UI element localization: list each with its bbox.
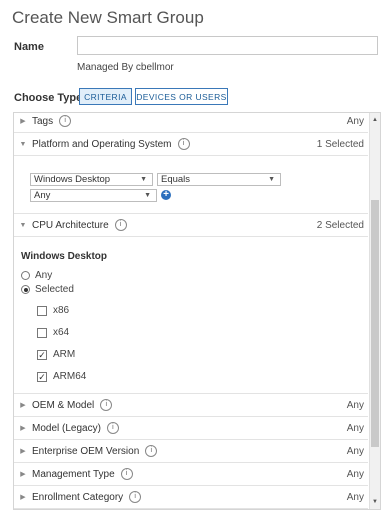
checkbox-arm64[interactable]: ✓ ARM64 — [37, 371, 86, 382]
info-icon[interactable]: i — [106, 422, 119, 434]
chevron-down-icon: ▼ — [140, 176, 147, 183]
criteria-name: Enrollment Category — [32, 491, 124, 503]
criteria-row-model-legacy[interactable]: ▶ Model (Legacy) i Any — [14, 417, 368, 440]
name-input[interactable] — [77, 36, 378, 55]
version-select[interactable]: Any ▼ — [30, 189, 157, 202]
add-plus-icon[interactable]: + — [161, 190, 171, 200]
info-icon[interactable]: i — [120, 468, 133, 480]
chevron-down-icon: ▼ — [144, 192, 151, 199]
criteria-name: OEM & Model — [32, 399, 95, 411]
radio-any[interactable]: Any — [21, 270, 52, 281]
managed-by-text: Managed By cbellmor — [77, 62, 174, 73]
checkmark-icon[interactable]: ✓ — [37, 349, 47, 360]
criteria-name: Model (Legacy) — [32, 422, 101, 434]
criteria-value: 2 Selected — [316, 219, 364, 231]
checkbox-label: x64 — [53, 327, 70, 338]
criteria-value: Any — [346, 399, 364, 411]
platform-select[interactable]: Windows Desktop ▼ — [30, 173, 153, 186]
checkbox-icon[interactable] — [37, 305, 47, 316]
expand-arrow-icon[interactable]: ▶ — [14, 117, 32, 125]
name-label: Name — [14, 41, 44, 53]
radio-label: Any — [35, 270, 53, 281]
info-icon[interactable]: i — [177, 138, 190, 150]
criteria-value: 1 Selected — [316, 138, 364, 150]
devices-or-users-button[interactable]: DEVICES OR USERS — [135, 88, 228, 105]
radio-selected[interactable]: Selected — [21, 284, 74, 295]
platform-select-value: Windows Desktop — [34, 174, 111, 185]
criteria-row-enrollment-category[interactable]: ▶ Enrollment Category i Any — [14, 486, 368, 509]
criteria-row-oem-model[interactable]: ▶ OEM & Model i Any — [14, 394, 368, 417]
expand-arrow-icon[interactable]: ▶ — [14, 470, 32, 478]
criteria-name: Enterprise OEM Version — [32, 445, 140, 457]
chevron-down-icon: ▼ — [268, 176, 275, 183]
criteria-name: Management Type — [32, 468, 115, 480]
checkbox-x86[interactable]: x86 — [37, 305, 69, 316]
info-icon[interactable]: i — [145, 445, 158, 457]
checkbox-x64[interactable]: x64 — [37, 327, 69, 338]
expand-arrow-icon[interactable]: ▶ — [14, 424, 32, 432]
scroll-up-arrow-icon[interactable]: ▲ — [371, 117, 379, 123]
scrollbar-thumb[interactable] — [371, 200, 379, 447]
radio-label: Selected — [35, 284, 74, 295]
criteria-value: Any — [346, 491, 364, 503]
info-icon[interactable]: i — [129, 491, 142, 503]
version-select-value: Any — [34, 190, 51, 201]
radio-circle-icon[interactable] — [21, 285, 30, 294]
expand-arrow-icon[interactable]: ▶ — [14, 447, 32, 455]
criteria-row-tags[interactable]: ▶ Tags i Any — [14, 113, 368, 133]
checkmark-icon[interactable]: ✓ — [37, 371, 47, 382]
operator-select-value: Equals — [161, 174, 191, 185]
criteria-value: Any — [346, 468, 364, 480]
criteria-panel: ▶ Tags i Any ▼ Platform and Operating Sy… — [13, 112, 381, 510]
checkbox-label: ARM64 — [53, 371, 87, 382]
checkbox-arm[interactable]: ✓ ARM — [37, 349, 75, 360]
radio-circle-icon[interactable] — [21, 271, 30, 280]
criteria-name: Tags — [32, 115, 54, 127]
scroll-down-arrow-icon[interactable]: ▼ — [371, 499, 379, 505]
cpu-platform-subheading: Windows Desktop — [21, 251, 108, 262]
expand-arrow-icon[interactable]: ▶ — [14, 401, 32, 409]
criteria-value: Any — [346, 422, 364, 434]
criteria-button[interactable]: CRITERIA — [79, 88, 132, 105]
expand-arrow-icon[interactable]: ▶ — [14, 493, 32, 501]
info-icon[interactable]: i — [100, 399, 113, 411]
criteria-name: Platform and Operating System — [32, 138, 172, 150]
criteria-row-management-type[interactable]: ▶ Management Type i Any — [14, 463, 368, 486]
collapse-arrow-icon[interactable]: ▼ — [14, 141, 32, 148]
criteria-row-enterprise-oem-version[interactable]: ▶ Enterprise OEM Version i Any — [14, 440, 368, 463]
checkbox-label: ARM — [53, 349, 76, 360]
criteria-name: CPU Architecture — [32, 219, 109, 231]
criteria-value: Any — [346, 115, 364, 127]
checkbox-label: x86 — [53, 305, 70, 316]
choose-type-label: Choose Type — [14, 92, 83, 104]
info-icon[interactable]: i — [59, 115, 72, 127]
criteria-row-platform[interactable]: ▼ Platform and Operating System i 1 Sele… — [14, 133, 368, 156]
criteria-row-cpu-architecture[interactable]: ▼ CPU Architecture i 2 Selected — [14, 214, 368, 237]
criteria-value: Any — [346, 445, 364, 457]
collapse-arrow-icon[interactable]: ▼ — [14, 222, 32, 229]
checkbox-icon[interactable] — [37, 327, 47, 338]
page-title: Create New Smart Group — [12, 8, 204, 27]
operator-select[interactable]: Equals ▼ — [157, 173, 281, 186]
info-icon[interactable]: i — [114, 219, 127, 231]
